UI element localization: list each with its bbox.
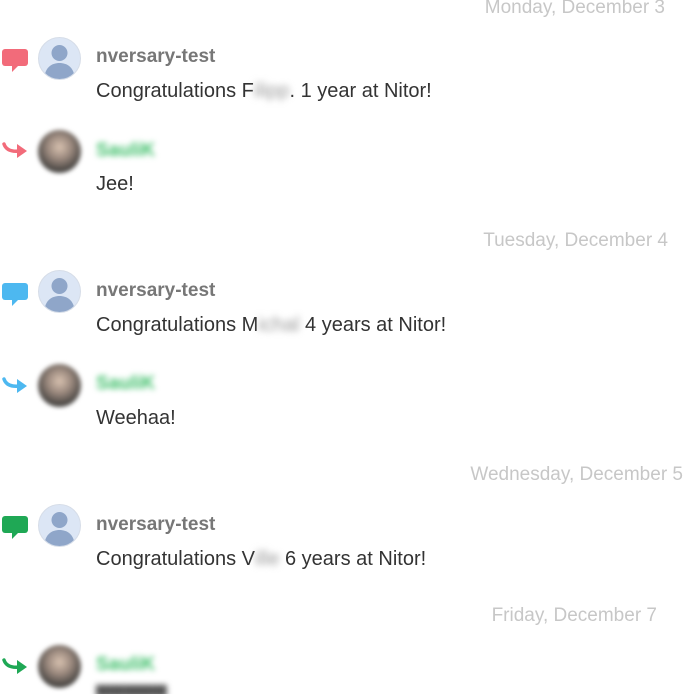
sender-name[interactable]: SauliK bbox=[96, 373, 155, 395]
message-thread: Monday, December 3 nversary-test Congrat… bbox=[0, 0, 683, 694]
reply-arrow-icon bbox=[2, 372, 30, 400]
sender-name[interactable]: nversary-test bbox=[96, 514, 215, 536]
date-separator: Friday, December 7 bbox=[491, 605, 657, 626]
message-text: Weehaa! bbox=[96, 407, 176, 429]
redacted-name: ilipp bbox=[253, 80, 290, 102]
reply-arrow-icon bbox=[2, 653, 30, 681]
reply-arrow-icon bbox=[2, 137, 30, 165]
speech-bubble-icon bbox=[2, 280, 30, 308]
date-separator: Wednesday, December 5 bbox=[470, 464, 683, 485]
date-separator: Monday, December 3 bbox=[484, 0, 665, 18]
date-separator: Tuesday, December 4 bbox=[483, 230, 668, 251]
message-text: Congratulations Ville 6 years at Nitor! bbox=[96, 548, 427, 570]
avatar[interactable] bbox=[38, 364, 81, 407]
avatar[interactable] bbox=[38, 270, 81, 313]
speech-bubble-icon bbox=[2, 513, 30, 541]
sender-name[interactable]: nversary-test bbox=[96, 46, 215, 68]
message-text: Jee! bbox=[96, 173, 134, 195]
avatar[interactable] bbox=[38, 504, 81, 547]
redacted-name: ille bbox=[254, 548, 280, 570]
sender-name[interactable]: SauliK bbox=[96, 654, 155, 676]
avatar[interactable] bbox=[38, 130, 81, 173]
message-text: Congratulations Filipp. 1 year at Nitor! bbox=[96, 80, 432, 102]
message-text: Congratulations Michal 4 years at Nitor! bbox=[96, 314, 447, 336]
sender-name[interactable]: nversary-test bbox=[96, 280, 215, 302]
speech-bubble-icon bbox=[2, 46, 30, 74]
avatar[interactable] bbox=[38, 645, 81, 688]
message-text-cropped: ▀▀▀▀▀ bbox=[96, 686, 167, 694]
avatar[interactable] bbox=[38, 37, 81, 80]
sender-name[interactable]: SauliK bbox=[96, 140, 155, 162]
redacted-name: ichal bbox=[258, 314, 300, 336]
